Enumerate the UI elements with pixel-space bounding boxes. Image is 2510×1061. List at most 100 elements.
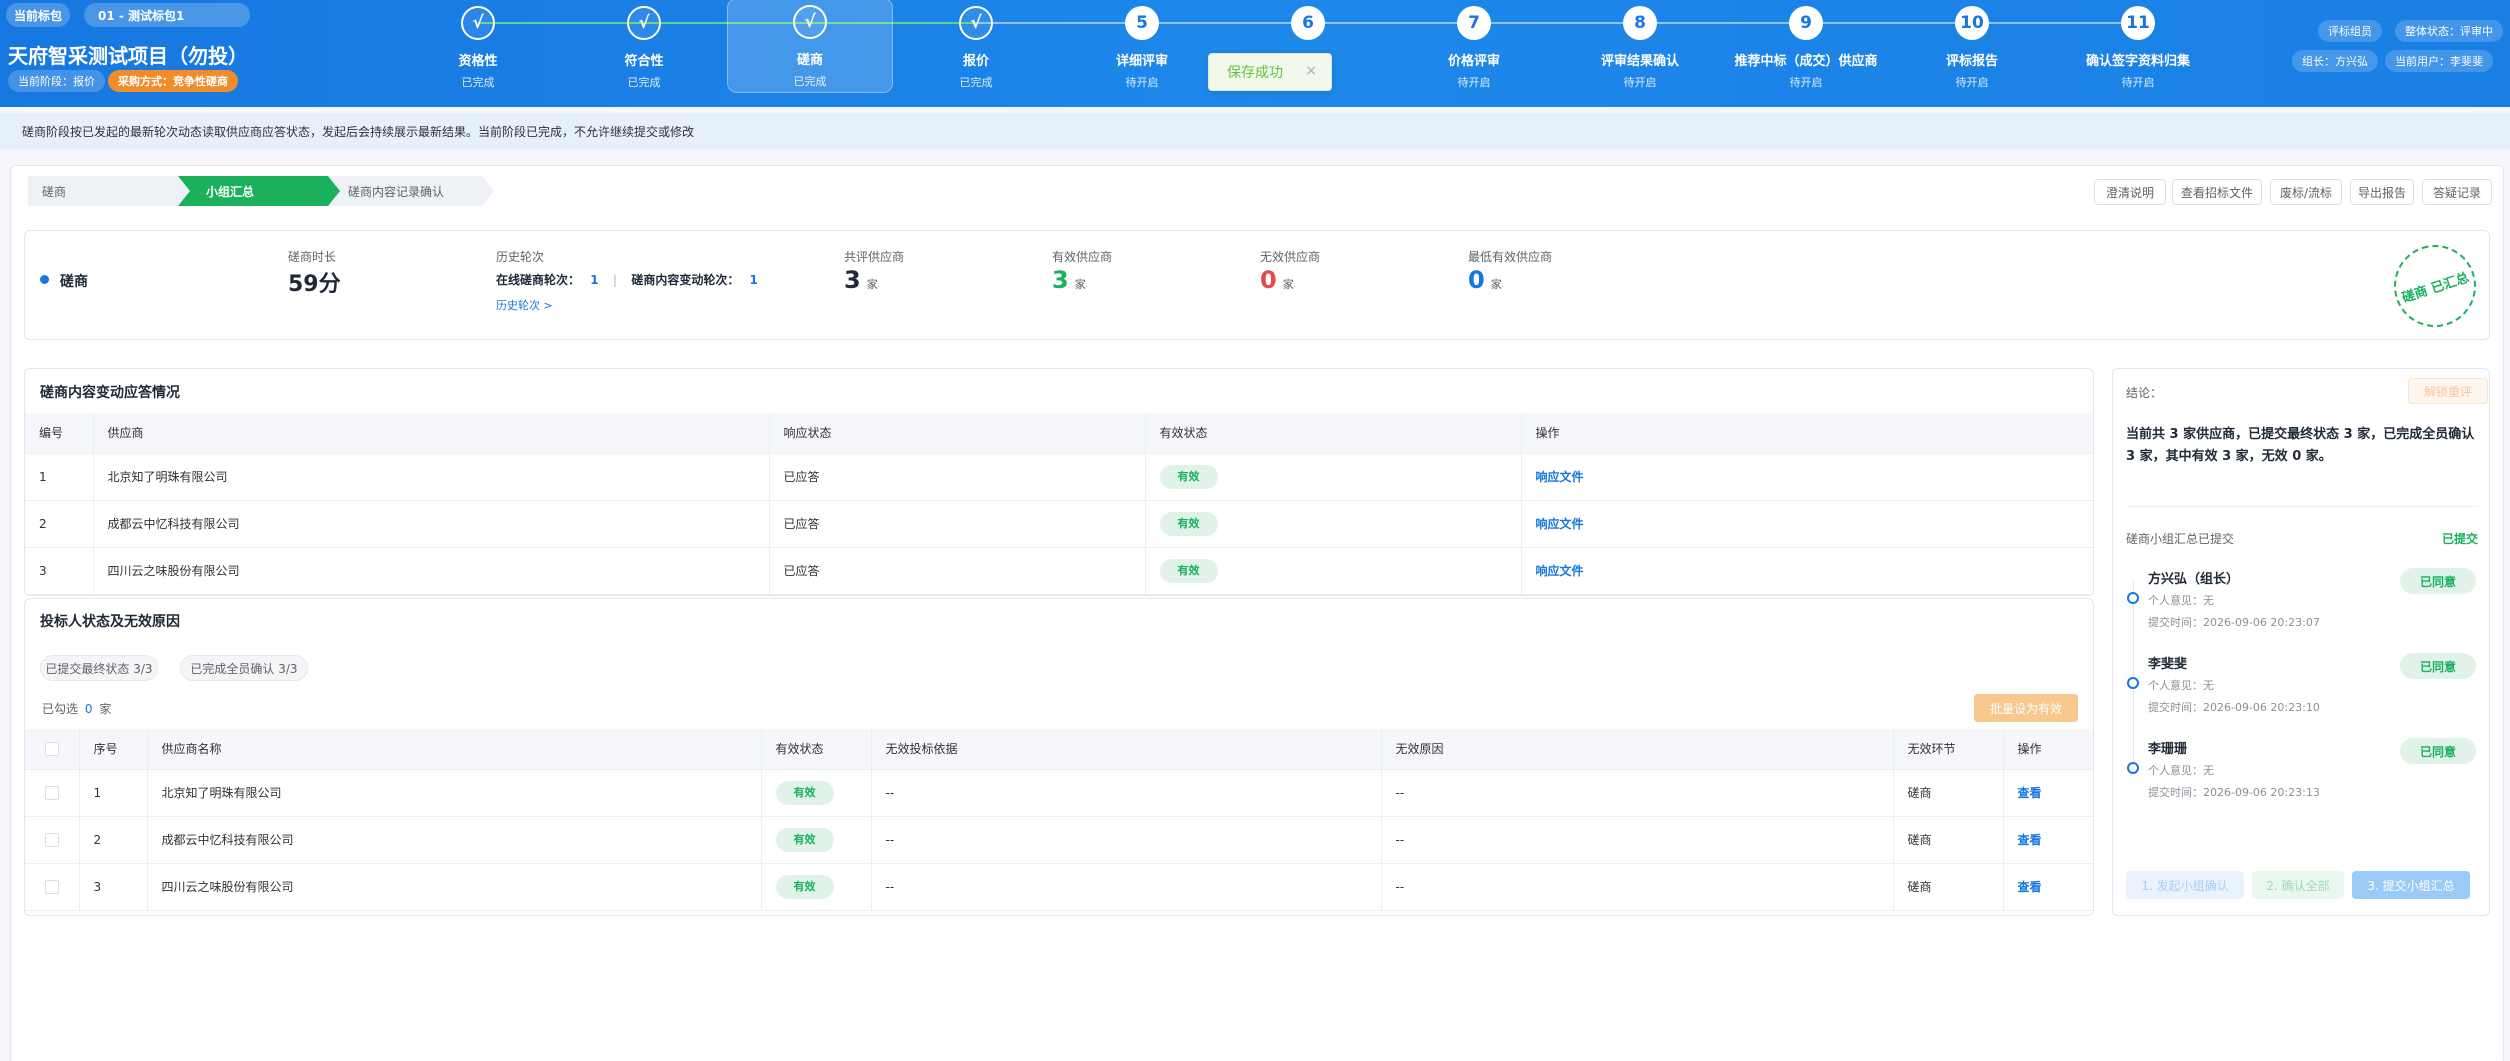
col-response-status: 响应状态 [769,413,1146,454]
view-link[interactable]: 查看 [2018,833,2042,847]
timeline-dot-icon [2127,592,2139,604]
step-status: 待开启 [1789,76,1823,89]
response-file-link[interactable]: 响应文件 [1536,517,1584,531]
batch-set-valid-button[interactable]: 批量设为有效 [1974,694,2078,722]
current-package-pill: 当前标包 [6,3,71,27]
col-supplier-name: 供应商名称 [147,729,762,770]
row-invalid-stage: 磋商 [1893,769,2004,817]
abandon-bid-button[interactable]: 废标/流标 [2270,179,2342,205]
step-label: 磋商 [796,53,823,68]
invalid-suppliers: 0家 [1260,266,1294,294]
rounds-line: 在线磋商轮次： 1 | 磋商内容变动轮次： 1 [496,271,758,288]
select-all-checkbox[interactable] [45,742,59,756]
row-no: 3 [25,547,94,595]
row-seq: 3 [79,863,148,911]
row-checkbox[interactable] [45,879,59,894]
min-suppliers-label: 最低有效供应商 [1468,250,1553,264]
package-selector[interactable]: 01 - 测试标包1 [84,3,250,27]
step-9[interactable]: 9 推荐中标（成交）供应商 待开启 [1723,0,1889,95]
row-response-status: 已应答 [769,453,1146,501]
step-4[interactable]: √ 报价 已完成 [893,0,1059,95]
export-report-button[interactable]: 导出报告 [2350,179,2414,205]
col-select-all[interactable] [25,729,80,770]
member-name: 方兴弘（组长） [2148,572,2240,587]
step-5[interactable]: 5 详细评审 待开启 [1059,0,1225,95]
row-supplier: 北京知了明珠有限公司 [93,453,770,501]
row-select-cell[interactable] [25,863,80,911]
row-checkbox[interactable] [45,832,59,847]
row-select-cell[interactable] [25,769,80,817]
submit-group-summary-button[interactable]: 3. 提交小组汇总 [2352,871,2470,899]
step-label: 评审结果确认 [1600,54,1679,69]
history-rounds-link[interactable]: 历史轮次 > [496,297,553,313]
total-suppliers-label: 共评供应商 [844,250,905,264]
member-opinion: 个人意见：无 [2148,679,2214,692]
change-rounds-value: 1 [749,273,758,287]
check-icon: √ [627,6,661,40]
step-status: 已完成 [793,75,827,88]
conclusion-divider [2126,506,2478,507]
stage-badge: 当前阶段：报价 [8,70,105,92]
step-7[interactable]: 7 价格评审 待开启 [1391,0,1557,95]
step-label: 资格性 [458,54,498,69]
bidder-table-title: 投标人状态及无效原因 [40,614,180,630]
step-number-circle: 6 [1291,6,1325,40]
step-status: 待开启 [1457,76,1491,89]
stage-dot-icon [40,275,49,284]
row-supplier: 成都云中忆科技有限公司 [93,500,770,548]
row-invalid-stage: 磋商 [1893,816,2004,864]
final-status-chip: 已提交最终状态 3/3 [40,655,158,681]
check-icon: √ [959,6,993,40]
member-submit-time: 提交时间：2026-09-06 20:23:10 [2148,701,2320,714]
response-table-title: 磋商内容变动应答情况 [40,385,180,401]
row-checkbox[interactable] [45,785,59,800]
row-invalid-basis: -- [871,863,1382,911]
step-8[interactable]: 8 评审结果确认 待开启 [1557,0,1723,95]
save-success-toast: 保存成功 × [1208,53,1332,91]
step-3[interactable]: √ 磋商 已完成 [727,0,893,93]
step-label: 评标报告 [1945,54,1998,69]
member-name: 李珊珊 [2148,742,2188,757]
clarification-button[interactable]: 澄清说明 [2094,179,2166,205]
valid-suppliers: 3家 [1052,266,1086,294]
all-confirmed-chip: 已完成全员确认 3/3 [180,655,308,681]
step-status: 待开启 [1623,76,1657,89]
member-submit-time: 提交时间：2026-09-06 20:23:13 [2148,786,2320,799]
step-label: 价格评审 [1447,54,1500,69]
step-label: 报价 [962,54,989,69]
step-11[interactable]: 11 确认签字资料归集 待开启 [2055,0,2221,95]
table-row: 2 成都云中忆科技有限公司 已应答 有效 响应文件 [25,500,2093,548]
unlock-reevaluate-button[interactable]: 解锁重评 [2408,378,2488,404]
confirm-all-button[interactable]: 2. 确认全部 [2252,871,2344,899]
row-select-cell[interactable] [25,816,80,864]
table-row: 3 四川云之味股份有限公司 已应答 有效 响应文件 [25,547,2093,595]
start-group-confirm-button[interactable]: 1. 发起小组确认 [2126,871,2244,899]
view-link[interactable]: 查看 [2018,786,2042,800]
step-number-circle: 5 [1125,6,1159,40]
tab-record-confirm[interactable]: 磋商内容记录确认 [328,176,488,206]
col-action: 操作 [1521,413,2093,454]
tab-group-summary[interactable]: 小组汇总 [178,176,328,206]
step-1[interactable]: √ 资格性 已完成 [395,0,561,95]
role-badge: 评标组员 [2318,20,2382,42]
view-link[interactable]: 查看 [2018,880,2042,894]
row-action-cell: 响应文件 [1521,453,2093,501]
step-status: 待开启 [2121,76,2155,89]
step-10[interactable]: 10 评标报告 待开启 [1889,0,2055,95]
response-file-link[interactable]: 响应文件 [1536,564,1584,578]
step-status: 已完成 [461,76,495,89]
tab-negotiation[interactable]: 磋商 [28,176,188,206]
row-valid-cell: 有效 [1145,453,1522,501]
response-file-link[interactable]: 响应文件 [1536,470,1584,484]
row-seq: 1 [79,769,148,817]
stage-name: 磋商 [60,274,88,290]
leader-badge: 组长：方兴弘 [2292,50,2378,72]
col-supplier: 供应商 [93,413,770,454]
response-table: 编号 供应商 响应状态 有效状态 操作 1 北京知了明珠有限公司 已应答 有效 响应文件… [25,413,2093,595]
toast-close-icon[interactable]: × [1305,63,1317,79]
table-row: 2 成都云中忆科技有限公司 有效 -- -- 磋商 查看 [25,816,2093,864]
qa-record-button[interactable]: 答疑记录 [2422,179,2492,205]
bidder-table-header: 序号 供应商名称 有效状态 无效投标依据 无效原因 无效环节 操作 [25,729,2093,770]
view-tender-doc-button[interactable]: 查看招标文件 [2172,179,2262,205]
step-2[interactable]: √ 符合性 已完成 [561,0,727,95]
